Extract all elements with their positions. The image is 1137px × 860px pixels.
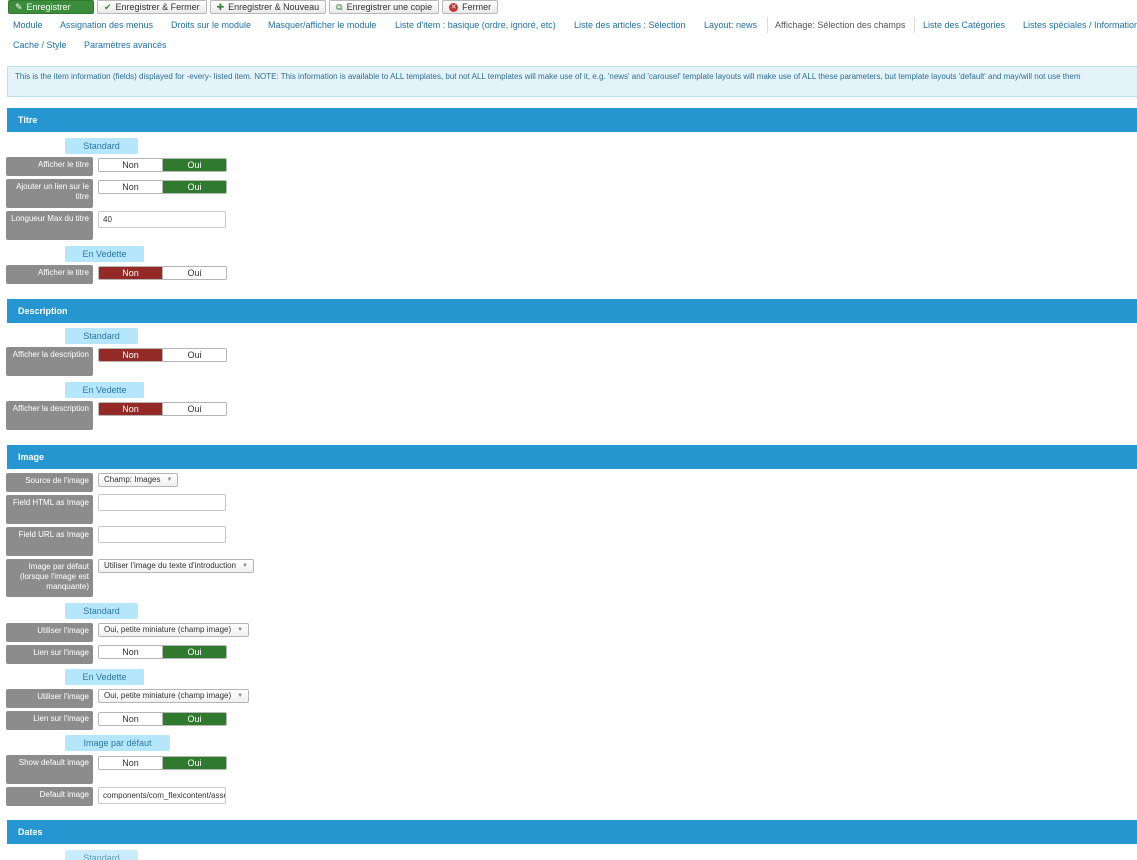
max-length-label: Longueur Max du titre xyxy=(6,211,93,240)
link-image-label: Lien sur l'image xyxy=(6,645,93,664)
subheader-standard: Standard xyxy=(65,603,138,619)
tab-advanced[interactable]: Paramètres avancés xyxy=(84,40,167,50)
use-image-select[interactable]: Oui, petite miniature (champ image) ▼ xyxy=(98,623,250,637)
toggle-yes[interactable]: Oui xyxy=(162,713,226,725)
toggle-yes[interactable]: Oui xyxy=(162,757,226,769)
section-description-header[interactable]: Description xyxy=(7,299,1137,323)
toggle-no[interactable]: Non xyxy=(99,181,162,193)
tab-divider xyxy=(767,17,768,33)
tab-module[interactable]: Module xyxy=(13,20,43,30)
info-message: This is the item information (fields) di… xyxy=(7,66,1137,97)
subheader-default-image: Image par défaut xyxy=(65,735,170,751)
section-titre-header[interactable]: Titre xyxy=(7,108,1137,132)
image-source-select[interactable]: Champ: Images ▼ xyxy=(98,473,179,487)
subheader-standard: Standard xyxy=(65,850,138,860)
toggle-no[interactable]: Non xyxy=(99,403,162,415)
toggle-yes[interactable]: Oui xyxy=(162,181,226,193)
tab-article-selection[interactable]: Liste des articles : Sélection xyxy=(574,20,686,30)
field-html-label: Field HTML as Image xyxy=(6,495,93,524)
image-source-value: Champ: Images xyxy=(104,475,161,484)
show-description-label: Afficher la description xyxy=(6,347,93,376)
show-title-featured-label: Afficher le titre xyxy=(6,265,93,284)
toggle-no[interactable]: Non xyxy=(99,267,162,279)
field-url-input[interactable] xyxy=(98,526,226,543)
save-new-label: Enregistrer & Nouveau xyxy=(228,2,320,12)
max-length-input[interactable]: 40 xyxy=(98,211,226,228)
section-dates-header[interactable]: Dates xyxy=(7,820,1137,844)
toggle-no[interactable]: Non xyxy=(99,757,162,769)
tab-field-selection[interactable]: Affichage: Sélection des champs xyxy=(775,20,905,30)
close-label: Fermer xyxy=(462,2,492,12)
subheader-standard: Standard xyxy=(65,328,138,344)
use-image-featured-value: Oui, petite miniature (champ image) xyxy=(104,691,232,700)
subheader-featured: En Vedette xyxy=(65,669,144,685)
toggle-yes[interactable]: Oui xyxy=(162,159,226,171)
link-title-label: Ajouter un lien sur le titre xyxy=(6,179,93,208)
use-image-label: Utiliser l'image xyxy=(6,623,93,642)
toolbar: ✎ Enregistrer ✔ Enregistrer & Fermer ✚ E… xyxy=(8,0,499,14)
show-description-toggle[interactable]: Non Oui xyxy=(98,348,227,362)
chevron-down-icon: ▼ xyxy=(242,563,248,569)
save-button[interactable]: ✎ Enregistrer xyxy=(8,0,94,14)
show-title-toggle[interactable]: Non Oui xyxy=(98,158,227,172)
close-icon: ✕ xyxy=(449,2,459,12)
tab-divider xyxy=(914,17,915,33)
field-url-label: Field URL as Image xyxy=(6,527,93,556)
show-default-image-label: Show default image xyxy=(6,755,93,784)
tab-item-list-basic[interactable]: Liste d'item : basique (ordre, ignoré, e… xyxy=(395,20,556,30)
toggle-yes[interactable]: Oui xyxy=(162,267,226,279)
toggle-yes[interactable]: Oui xyxy=(162,646,226,658)
tab-category-list[interactable]: Liste des Catégories xyxy=(923,20,1005,30)
default-image-mode-value: Utiliser l'image du texte d'introduction xyxy=(104,561,237,570)
tab-layout-news[interactable]: Layout: news xyxy=(704,20,757,30)
chevron-down-icon: ▼ xyxy=(237,627,244,633)
show-description-featured-label: Afficher la description xyxy=(6,401,93,430)
show-title-label: Afficher le titre xyxy=(6,157,93,176)
tab-special-lists[interactable]: Listes spéciales / Informations xyxy=(1023,20,1137,30)
default-image-path-input[interactable]: components/com_flexicontent/assets/image… xyxy=(98,787,226,804)
save-close-button[interactable]: ✔ Enregistrer & Fermer xyxy=(97,0,207,14)
toggle-no[interactable]: Non xyxy=(99,646,162,658)
subheader-standard: Standard xyxy=(65,138,138,154)
link-image-featured-toggle[interactable]: Non Oui xyxy=(98,712,227,726)
plus-icon: ✚ xyxy=(216,1,225,12)
section-image-header[interactable]: Image xyxy=(7,445,1137,469)
save-label: Enregistrer xyxy=(26,2,71,12)
chevron-down-icon: ▼ xyxy=(166,477,173,483)
save-copy-label: Enregistrer une copie xyxy=(346,2,433,12)
tab-cache-style[interactable]: Cache / Style xyxy=(13,40,67,50)
toggle-no[interactable]: Non xyxy=(99,159,162,171)
tab-menu-assignment[interactable]: Assignation des menus xyxy=(60,20,153,30)
toggle-no[interactable]: Non xyxy=(99,713,162,725)
show-title-featured-toggle[interactable]: Non Oui xyxy=(98,266,227,280)
tab-show-hide-module[interactable]: Masquer/afficher le module xyxy=(268,20,376,30)
toggle-no[interactable]: Non xyxy=(99,349,162,361)
chevron-down-icon: ▼ xyxy=(237,693,244,699)
use-image-value: Oui, petite miniature (champ image) xyxy=(104,625,232,634)
subheader-featured: En Vedette xyxy=(65,382,144,398)
subheader-featured: En Vedette xyxy=(65,246,144,262)
show-description-featured-toggle[interactable]: Non Oui xyxy=(98,402,227,416)
copy-icon: ⧉ xyxy=(336,1,343,12)
link-image-toggle[interactable]: Non Oui xyxy=(98,645,227,659)
show-default-image-toggle[interactable]: Non Oui xyxy=(98,756,227,770)
link-title-toggle[interactable]: Non Oui xyxy=(98,180,227,194)
check-icon: ✔ xyxy=(104,1,112,12)
default-image-path-label: Default image xyxy=(6,787,93,806)
tab-module-rights[interactable]: Droits sur le module xyxy=(171,20,251,30)
save-copy-button[interactable]: ⧉ Enregistrer une copie xyxy=(329,0,440,14)
edit-icon: ✎ xyxy=(15,1,23,12)
save-close-label: Enregistrer & Fermer xyxy=(115,2,200,12)
default-image-mode-select[interactable]: Utiliser l'image du texte d'introduction… xyxy=(98,559,254,573)
link-image-featured-label: Lien sur l'image xyxy=(6,711,93,730)
toggle-yes[interactable]: Oui xyxy=(162,349,226,361)
field-html-input[interactable] xyxy=(98,494,226,511)
close-button[interactable]: ✕ Fermer xyxy=(442,0,499,14)
image-source-label: Source de l'image xyxy=(6,473,93,492)
use-image-featured-label: Utiliser l'image xyxy=(6,689,93,708)
save-new-button[interactable]: ✚ Enregistrer & Nouveau xyxy=(209,0,327,14)
toggle-yes[interactable]: Oui xyxy=(162,403,226,415)
use-image-featured-select[interactable]: Oui, petite miniature (champ image) ▼ xyxy=(98,689,250,703)
default-image-mode-label: Image par défaut (lorsque l'image est ma… xyxy=(6,559,93,597)
